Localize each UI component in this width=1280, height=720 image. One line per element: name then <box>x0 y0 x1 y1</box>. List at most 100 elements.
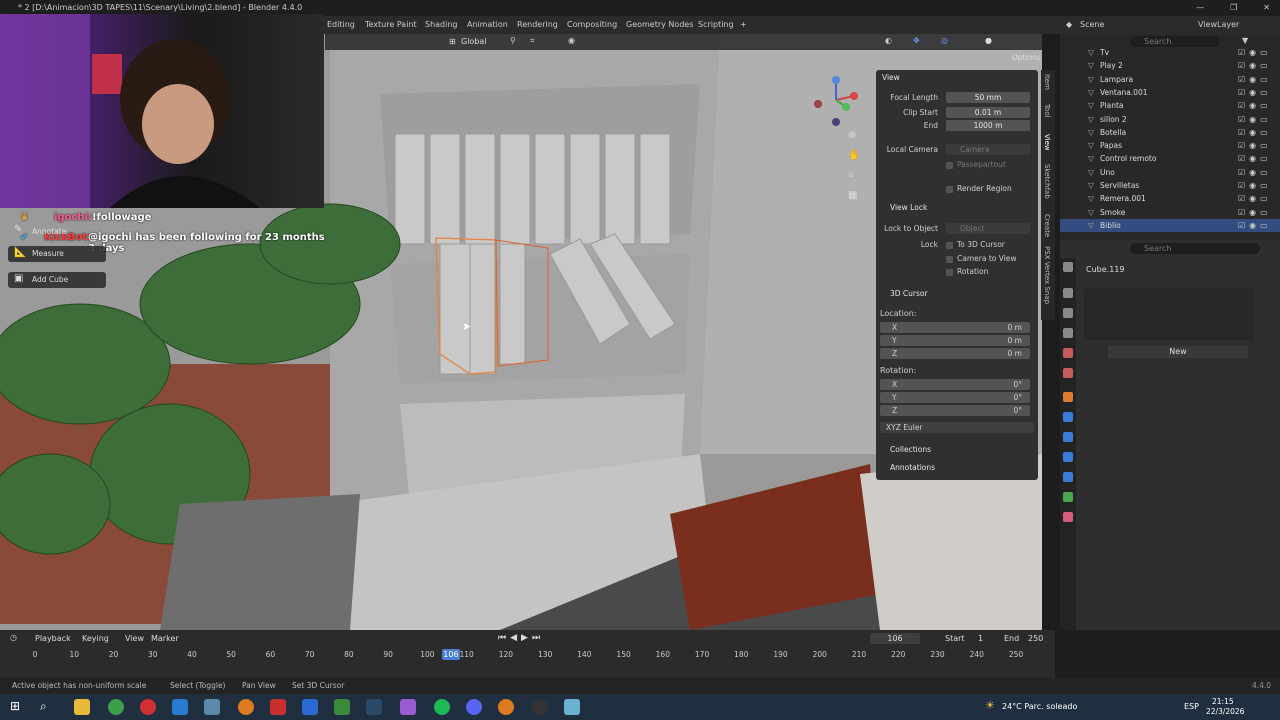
proportional-edit-icon[interactable]: ◉ <box>568 36 575 45</box>
visibility-toggles[interactable]: ☑◉▭ <box>1238 179 1272 192</box>
tab-compositing[interactable]: Compositing <box>567 16 617 34</box>
to-3d-cursor-checkbox[interactable]: To 3D Cursor <box>946 238 1005 251</box>
cursor-rot-x[interactable]: X 0° <box>876 378 1038 391</box>
app-icon-7[interactable] <box>270 699 286 715</box>
data-props-icon[interactable] <box>1063 492 1073 502</box>
scene-props-icon[interactable] <box>1063 348 1073 358</box>
navigation-gizmo[interactable] <box>808 72 864 128</box>
material-slot-list[interactable] <box>1084 288 1254 340</box>
weather-icon[interactable]: ☀ <box>985 699 995 712</box>
visibility-toggles[interactable]: ☑◉▭ <box>1238 126 1272 139</box>
language-indicator[interactable]: ESP <box>1184 702 1199 711</box>
visibility-icon[interactable]: ◐ <box>885 36 892 45</box>
app-icon-16[interactable] <box>564 699 580 715</box>
visibility-toggles[interactable]: ☑◉▭ <box>1238 86 1272 99</box>
visibility-toggles[interactable]: ☑◉▭ <box>1238 46 1272 59</box>
outliner-item[interactable]: ▽ sillon 2 ☑◉▭ <box>1060 113 1280 126</box>
chrome-icon[interactable] <box>108 699 124 715</box>
visibility-toggles[interactable]: ☑◉▭ <box>1238 59 1272 72</box>
close-button[interactable]: ✕ <box>1263 0 1270 16</box>
outliner-item[interactable]: ▽ Servilletas ☑◉▭ <box>1060 179 1280 192</box>
outliner-item[interactable]: ▽ Ventana.001 ☑◉▭ <box>1060 86 1280 99</box>
tab-item[interactable]: Item <box>1043 74 1051 90</box>
annotations-header[interactable]: Annotations <box>890 463 935 472</box>
view-panel-header[interactable]: View <box>882 73 900 82</box>
visibility-toggles[interactable]: ☑◉▭ <box>1238 166 1272 179</box>
clock-date[interactable]: 22/3/2026 <box>1206 707 1244 716</box>
3d-cursor-header[interactable]: 3D Cursor <box>890 289 928 298</box>
camera-view-icon[interactable]: ⌾ <box>848 170 854 181</box>
outliner-item[interactable]: ▽ Planta ☑◉▭ <box>1060 99 1280 112</box>
local-camera-field[interactable]: Camera <box>946 144 1030 155</box>
particles-props-icon[interactable] <box>1063 432 1073 442</box>
visibility-toggles[interactable]: ☑◉▭ <box>1238 192 1272 205</box>
cursor-rot-y[interactable]: Y 0° <box>876 391 1038 404</box>
object-props-icon[interactable] <box>1063 392 1073 402</box>
snap-icon[interactable]: ⌗ <box>530 36 535 46</box>
zoom-icon[interactable]: ⊕ <box>848 130 856 141</box>
cursor-loc-z[interactable]: Z0 m <box>876 347 1038 360</box>
lock-object-field[interactable]: Object <box>946 223 1030 234</box>
tab-tool[interactable]: Tool <box>1043 104 1051 118</box>
tab-editing[interactable]: Editing <box>327 16 355 34</box>
tab-texture-paint[interactable]: Texture Paint <box>365 16 417 34</box>
outliner-item[interactable]: ▽ Botella ☑◉▭ <box>1060 126 1280 139</box>
opera-icon[interactable] <box>140 699 156 715</box>
tab-psx-vertex-snap[interactable]: PSX Vertex Snap <box>1043 246 1051 304</box>
overlays-icon[interactable]: ◎ <box>941 36 948 45</box>
search-icon[interactable]: ⌕ <box>40 699 47 714</box>
outliner-item[interactable]: ▽ Lampara ☑◉▭ <box>1060 73 1280 86</box>
pivot-icon[interactable]: ⚲ <box>510 36 516 45</box>
pycharm-icon[interactable] <box>334 699 350 715</box>
new-material-button[interactable]: New <box>1108 346 1248 358</box>
physics-props-icon[interactable] <box>1063 452 1073 462</box>
properties-search[interactable]: Search <box>1130 243 1260 254</box>
tab-rendering[interactable]: Rendering <box>517 16 558 34</box>
app-icon-5[interactable] <box>204 699 220 715</box>
scene-icon[interactable]: ◆ <box>1066 16 1072 34</box>
tab-scripting[interactable]: Scripting <box>698 16 734 34</box>
playhead[interactable]: 106 <box>441 649 460 660</box>
tool-annotate[interactable]: Annotate <box>8 224 106 240</box>
focal-length-field[interactable]: 50 mm <box>946 92 1030 103</box>
visibility-toggles[interactable]: ☑◉▭ <box>1238 219 1272 232</box>
visibility-toggles[interactable]: ☑◉▭ <box>1238 99 1272 112</box>
edge-icon[interactable] <box>172 699 188 715</box>
spotify-icon[interactable] <box>434 699 450 715</box>
view-lock-header[interactable]: View Lock <box>890 203 927 212</box>
tab-sketchfab[interactable]: Sketchfab <box>1043 164 1051 199</box>
app-icon-11[interactable] <box>400 699 416 715</box>
tool-props-icon[interactable] <box>1063 262 1073 272</box>
file-explorer-icon[interactable] <box>74 699 90 715</box>
add-workspace-button[interactable]: + <box>740 16 747 34</box>
outliner-item[interactable]: ▽ Control remoto ☑◉▭ <box>1060 152 1280 165</box>
clip-end-field[interactable]: 1000 m <box>946 120 1030 131</box>
orientation-icon[interactable]: ⊞ <box>449 37 456 46</box>
outliner-item[interactable]: ▽ Uno ☑◉▭ <box>1060 166 1280 179</box>
visibility-toggles[interactable]: ☑◉▭ <box>1238 113 1272 126</box>
constraints-props-icon[interactable] <box>1063 472 1073 482</box>
maximize-button[interactable]: ❐ <box>1230 0 1237 16</box>
grid-view-icon[interactable]: ▦ <box>848 190 857 201</box>
render-props-icon[interactable] <box>1063 288 1073 298</box>
cursor-rot-z[interactable]: Z 0° <box>876 404 1038 417</box>
outliner-item[interactable]: ▽ Remera.001 ☑◉▭ <box>1060 192 1280 205</box>
visibility-toggles[interactable]: ☑◉▭ <box>1238 139 1272 152</box>
weather-text[interactable]: 24°C Parc. soleado <box>1002 702 1077 711</box>
cursor-loc-y[interactable]: Y0 m <box>876 334 1038 347</box>
clip-start-field[interactable]: 0.01 m <box>946 107 1030 118</box>
outliner-item[interactable]: ▽ Tv ☑◉▭ <box>1060 46 1280 59</box>
scene-name[interactable]: Scene <box>1080 16 1104 34</box>
world-props-icon[interactable] <box>1063 368 1073 378</box>
material-props-icon[interactable] <box>1063 512 1073 522</box>
tab-create[interactable]: Create <box>1043 214 1051 237</box>
visibility-toggles[interactable]: ☑◉▭ <box>1238 73 1272 86</box>
outliner-item[interactable]: ▽ Biblio ☑◉▭ <box>1060 218 1280 232</box>
frame-ruler[interactable]: 0 10 20 30 40 50 60 70 80 90 100 110 120 130 140 150 160… <box>0 630 1055 678</box>
visibility-toggles[interactable]: ☑◉▭ <box>1238 206 1272 219</box>
transform-orientation-select[interactable]: Global <box>461 37 487 46</box>
filter-icon[interactable]: ▼ <box>1242 36 1248 45</box>
outliner-item[interactable]: ▽ Play 2 ☑◉▭ <box>1060 59 1280 72</box>
tab-animation[interactable]: Animation <box>467 16 508 34</box>
pan-hand-icon[interactable]: ✋ <box>848 150 860 161</box>
